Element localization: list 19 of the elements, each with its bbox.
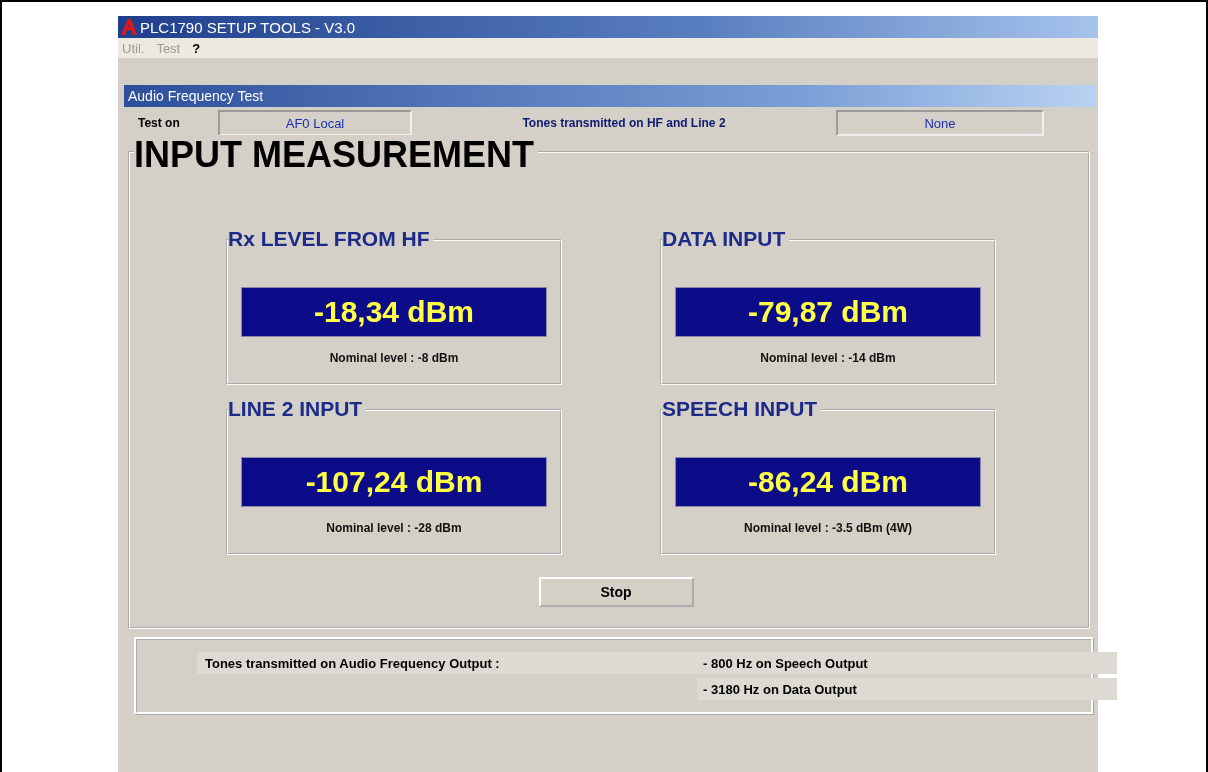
nominal-level: Nominal level : -8 dBm xyxy=(329,351,459,365)
nominal-level: Nominal level : -28 dBm xyxy=(326,521,462,535)
nominal-level: Nominal level : -3.5 dBm (4W) xyxy=(744,521,912,535)
window-title: PLC1790 SETUP TOOLS - V3.0 xyxy=(140,18,356,36)
level-display: -18,34 dBm xyxy=(241,287,547,337)
level-display: -79,87 dBm xyxy=(675,287,981,337)
tones-label: Tones transmitted on HF and Line 2 xyxy=(521,116,727,130)
output-tone: - 800 Hz on Speech Output xyxy=(697,652,1117,674)
nominal-level: Nominal level : -14 dBm xyxy=(760,351,896,365)
app-logo-icon xyxy=(120,18,138,36)
tones-field: None xyxy=(836,110,1044,136)
output-label: Tones transmitted on Audio Frequency Output : xyxy=(197,652,697,674)
level-display: -107,24 dBm xyxy=(241,457,547,507)
output-tone: - 3180 Hz on Data Output xyxy=(697,678,1117,700)
subwindow-title: Audio Frequency Test xyxy=(124,85,1096,107)
menu-item[interactable]: ? xyxy=(192,40,201,56)
level-display: -86,24 dBm xyxy=(675,457,981,507)
stop-button[interactable]: Stop xyxy=(538,577,694,607)
test-on-label: Test on xyxy=(137,116,181,130)
